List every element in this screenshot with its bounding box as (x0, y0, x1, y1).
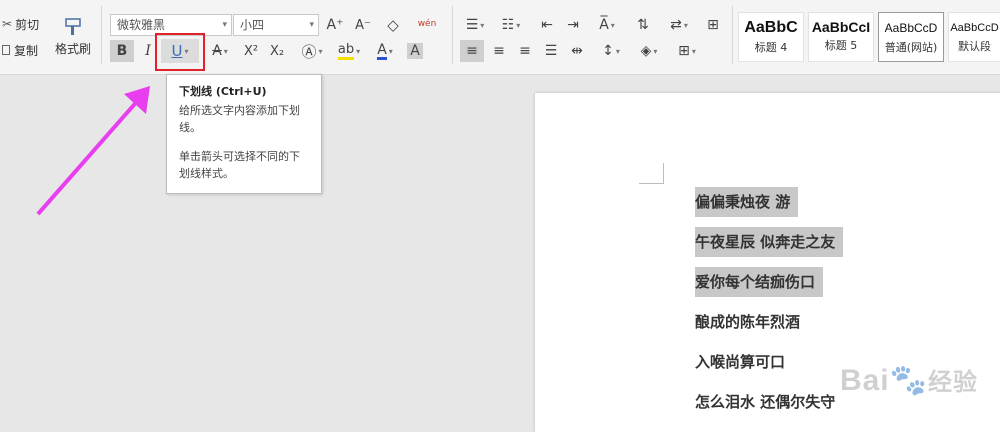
format-painter-button[interactable]: 格式刷 (52, 10, 94, 62)
numbered-list-button[interactable]: ☷ ▾ (496, 14, 526, 36)
shrink-font-icon: A⁻ (355, 17, 371, 33)
chevron-down-icon: ▾ (683, 20, 688, 30)
text-line[interactable]: 偏偏秉烛夜 游 (695, 187, 799, 217)
divider (101, 6, 102, 64)
format-painter-icon (65, 17, 81, 35)
text-direction-button[interactable]: A̅ ▾ (592, 14, 622, 36)
text-effect-button[interactable]: Ⓐ ▾ (296, 40, 328, 62)
margin-corner-mark (639, 163, 664, 184)
line-spacing-icon: ↕ (602, 43, 614, 59)
chevron-down-icon: ▾ (516, 20, 521, 30)
strikethrough-button[interactable]: A ▾ (205, 40, 235, 62)
decrease-indent-icon: ⇤ (541, 17, 553, 33)
cut-button[interactable]: ✂ 剪切 (2, 14, 50, 34)
sort-icon: ⇅ (637, 17, 649, 33)
clear-format-button[interactable]: ◇ (382, 14, 404, 36)
chevron-down-icon: ▾ (691, 46, 696, 56)
eraser-icon: ◇ (387, 16, 399, 34)
grow-font-icon: A⁺ (326, 17, 344, 33)
table-tool-button[interactable]: ⊞ (702, 14, 724, 36)
increase-indent-button[interactable]: ⇥ (562, 14, 584, 36)
style-default-paragraph[interactable]: AaBbCcD 默认段 (948, 12, 1000, 62)
text-line[interactable]: 怎么泪水 还偶尔失守 (695, 387, 843, 417)
justify-button[interactable]: ☰ (540, 40, 562, 62)
justify-icon: ☰ (544, 43, 558, 59)
superscript-button[interactable]: X² (240, 40, 262, 62)
chevron-down-icon: ▾ (223, 46, 228, 56)
divider (452, 6, 453, 64)
chevron-down-icon: ▾ (388, 46, 393, 56)
chevron-down-icon: ▾ (222, 20, 227, 30)
shrink-font-button[interactable]: A⁻ (352, 14, 374, 36)
underline-highlight-box (155, 33, 205, 71)
table-icon: ⊞ (707, 17, 719, 33)
align-center-button[interactable]: ≡ (488, 40, 510, 62)
shading-button[interactable]: ◈ ▾ (634, 40, 664, 62)
show-marks-button[interactable]: ⇄ ▾ (664, 14, 694, 36)
distributed-button[interactable]: ⇹ (566, 40, 588, 62)
underline-tooltip: 下划线 (Ctrl+U) 给所选文字内容添加下划线。 单击箭头可选择不同的下划线… (166, 74, 322, 194)
style-heading-4[interactable]: AaBbC 标题 4 (738, 12, 804, 62)
border-icon: ⊞ (678, 43, 690, 59)
decrease-indent-button[interactable]: ⇤ (536, 14, 558, 36)
text-line[interactable]: 爱你每个结痂伤口 (695, 267, 824, 297)
style-normal-web[interactable]: AaBbCcD 普通(网站) (878, 12, 944, 62)
borders-button[interactable]: ⊞ ▾ (672, 40, 702, 62)
chevron-down-icon: ▾ (356, 46, 361, 56)
align-right-button[interactable]: ≡ (514, 40, 536, 62)
phonetic-guide-button[interactable]: wén (412, 12, 442, 36)
align-left-icon: ≡ (466, 43, 478, 59)
align-left-button[interactable]: ≡ (460, 40, 484, 62)
baidu-jingyan-watermark: Bai🐾经验 (839, 364, 978, 397)
chevron-down-icon: ▾ (610, 20, 615, 30)
paint-bucket-icon: ◈ (640, 43, 652, 59)
paragraph-marks-icon: ⇄ (670, 17, 682, 33)
chevron-down-icon: ▾ (309, 20, 314, 30)
numbered-list-icon: ☷ (501, 17, 515, 33)
font-size-select[interactable]: 小四 ▾ (233, 14, 319, 36)
font-color-button[interactable]: A ▾ (370, 40, 400, 62)
chevron-down-icon: ▾ (480, 20, 485, 30)
bullet-list-icon: ☰ (465, 17, 479, 33)
distributed-icon: ⇹ (571, 43, 583, 59)
text-line[interactable]: 入喉尚算可口 (695, 347, 793, 377)
phonetic-icon: wén (417, 19, 437, 29)
chevron-down-icon: ▾ (653, 46, 658, 56)
text-effect-icon: Ⓐ (301, 42, 317, 61)
style-heading-5[interactable]: AaBbCcI 标题 5 (808, 12, 874, 62)
bullet-list-button[interactable]: ☰ ▾ (460, 14, 490, 36)
chevron-down-icon: ▾ (318, 46, 323, 56)
bold-button[interactable]: B (110, 40, 134, 62)
divider (732, 6, 733, 64)
text-direction-icon: A̅ (599, 17, 609, 33)
paw-icon: 🐾 (889, 364, 928, 397)
copy-button[interactable]: 复制 (2, 40, 50, 60)
align-right-icon: ≡ (519, 43, 531, 59)
highlight-color-button[interactable]: ab ▾ (332, 40, 366, 62)
character-shading-button[interactable]: A (404, 40, 426, 62)
grow-font-button[interactable]: A⁺ (324, 14, 346, 36)
text-line[interactable]: 午夜星辰 似奔走之友 (695, 227, 844, 257)
copy-icon (2, 45, 10, 55)
increase-indent-icon: ⇥ (567, 17, 579, 33)
scissors-icon: ✂ (2, 17, 13, 31)
chevron-down-icon: ▾ (615, 46, 620, 56)
line-spacing-button[interactable]: ↕ ▾ (596, 40, 626, 62)
text-line[interactable]: 酿成的陈年烈酒 (695, 307, 808, 337)
pointer-arrow-icon (36, 86, 150, 216)
ribbon-toolbar: ✂ 剪切 复制 格式刷 微软雅黑 ▾ 小四 ▾ A⁺ A⁻ ◇ wén B I … (0, 0, 1000, 75)
align-center-icon: ≡ (493, 43, 505, 59)
sort-button[interactable]: ⇅ (632, 14, 654, 36)
subscript-button[interactable]: X₂ (266, 40, 288, 62)
